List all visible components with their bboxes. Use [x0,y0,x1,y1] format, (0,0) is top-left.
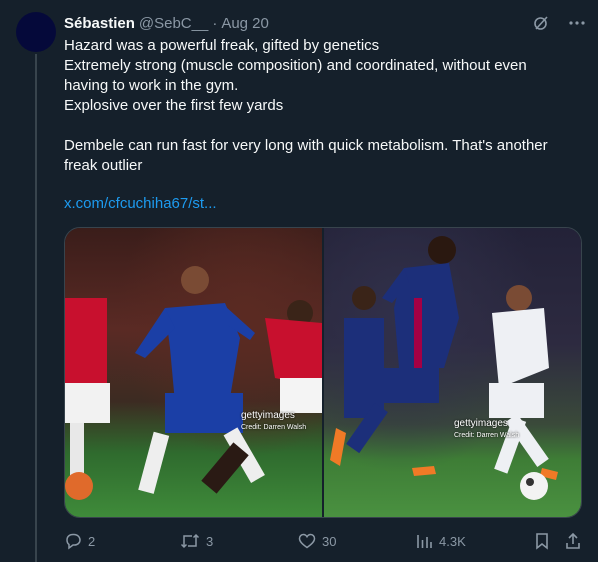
tweet-header: Sébastien @SebC__ · Aug 20 [64,12,586,34]
photo-credit: Credit: Darren Walsh [241,424,307,431]
getty-watermark-right: gettyimages Credit: Darren Walsh [454,419,519,441]
photo-left-illustration [65,266,322,500]
view-count: 4.3K [439,533,466,549]
getty-logo-text: gettyimages [241,410,295,421]
tweet-link[interactable]: x.com/cfcuchiha67/st... [64,195,217,212]
getty-logo-text: gettyimages [454,418,508,429]
grok-icon[interactable] [532,14,550,32]
getty-watermark-left: gettyimages Credit: Darren Walsh [241,411,306,433]
share-icon [564,532,582,550]
tweet-line-1: Hazard was a powerful freak, gifted by g… [64,37,380,54]
reply-icon [64,532,82,550]
more-icon[interactable] [568,14,586,32]
tweet-line-2: Extremely strong (muscle composition) an… [64,57,531,94]
author-name[interactable]: Sébastien [64,15,135,32]
views-icon [415,532,433,550]
tweet-body: Hazard was a powerful freak, gifted by g… [64,36,574,176]
media-photo-dembele[interactable]: gettyimages Credit: Darren Walsh [324,228,581,517]
share-button[interactable] [564,532,582,550]
bookmark-button[interactable] [534,532,550,550]
bookmark-icon [534,532,550,550]
tweet-actions: 2 3 30 4.3K [64,530,584,552]
photo-credit: Credit: Darren Walsh [454,432,520,439]
tweet-line-3: Explosive over the first few yards [64,97,284,114]
tweet-line-4: Dembele can run fast for very long with … [64,137,552,174]
media-photo-hazard[interactable]: gettyimages Credit: Darren Walsh [65,228,322,517]
reply-button[interactable]: 2 [64,532,95,550]
reply-count: 2 [88,533,96,549]
tweet-date[interactable]: Aug 20 [221,15,269,32]
views-button[interactable]: 4.3K [415,532,466,550]
author-handle[interactable]: @SebC__ [139,15,208,32]
tweet-media[interactable]: gettyimages Credit: Darren Walsh gettyim… [64,227,582,518]
thread-connector-line [35,54,37,562]
separator-dot: · [212,14,218,32]
avatar[interactable] [16,12,56,52]
repost-button[interactable]: 3 [180,532,213,550]
photo-right-illustration [330,236,558,500]
heart-icon [298,532,316,550]
repost-icon [180,532,200,550]
like-button[interactable]: 30 [298,532,336,550]
repost-count: 3 [206,533,214,549]
like-count: 30 [322,533,337,549]
